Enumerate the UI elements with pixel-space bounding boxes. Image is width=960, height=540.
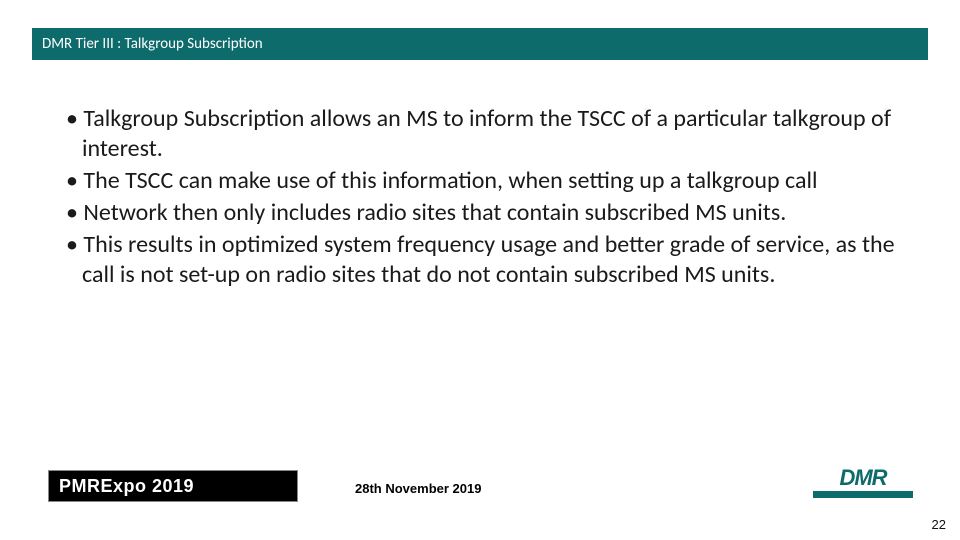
slide: DMR Tier III : Talkgroup Subscription Ta… (0, 0, 960, 540)
bullet-item: Talkgroup Subscription allows an MS to i… (60, 104, 910, 164)
footer: PMRExpo 2019 28th November 2019 DMR (0, 462, 960, 502)
pmrexpo-logo-text: PMRExpo 2019 (59, 476, 194, 497)
dmr-logo-text: DMR (839, 467, 886, 489)
bullet-item: This results in optimized system frequen… (60, 230, 910, 290)
bullet-item: Network then only includes radio sites t… (60, 198, 910, 228)
bullet-item: The TSCC can make use of this informatio… (60, 166, 910, 196)
slide-title: DMR Tier III : Talkgroup Subscription (42, 35, 263, 53)
dmr-logo-bar (813, 491, 913, 498)
pmrexpo-logo: PMRExpo 2019 (48, 470, 298, 502)
page-number: 22 (932, 517, 946, 532)
content-area: Talkgroup Subscription allows an MS to i… (60, 104, 910, 292)
footer-date: 28th November 2019 (355, 481, 481, 496)
title-bar: DMR Tier III : Talkgroup Subscription (32, 28, 928, 60)
dmr-logo: DMR (808, 467, 918, 505)
